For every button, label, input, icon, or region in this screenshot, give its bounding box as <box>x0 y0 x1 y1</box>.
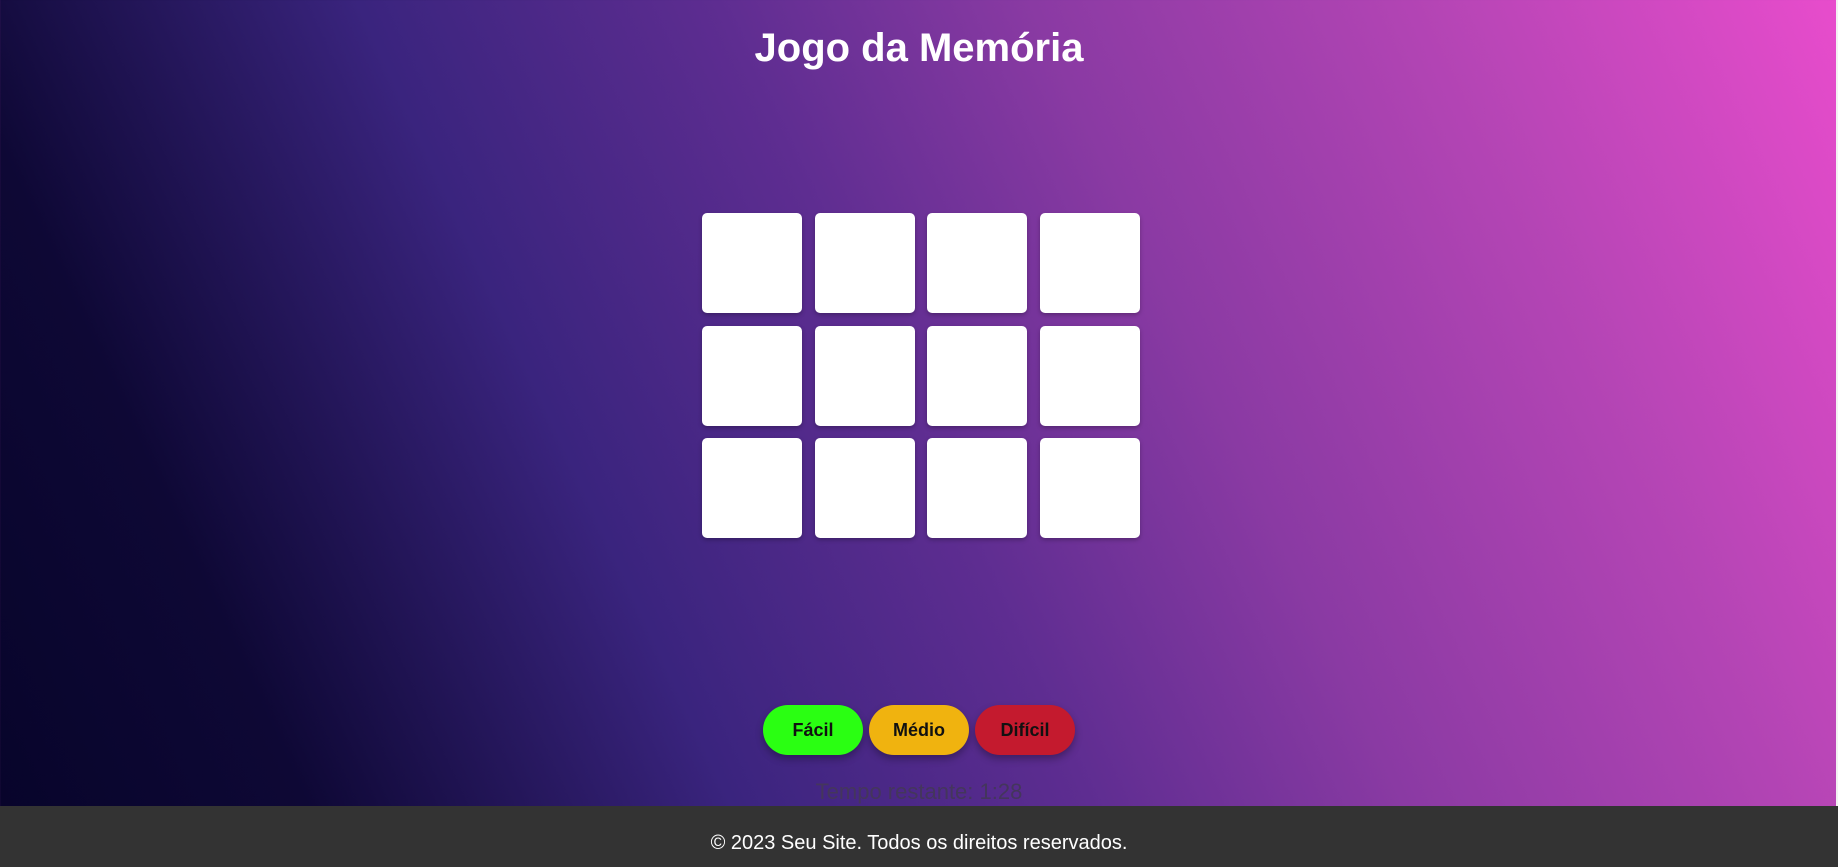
page-title: Jogo da Memória <box>754 26 1084 70</box>
medium-button[interactable]: Médio <box>869 705 969 755</box>
memory-card[interactable] <box>814 438 915 538</box>
timer-text: Tempo restante: 1:28 <box>815 779 1023 804</box>
memory-card[interactable] <box>702 325 802 426</box>
memory-card[interactable] <box>927 213 1027 313</box>
memory-card[interactable] <box>702 438 802 538</box>
hard-button[interactable]: Difícil <box>975 705 1075 755</box>
memory-card[interactable] <box>1039 213 1140 313</box>
footer-copyright: © 2023 Seu Site. Todos os direitos reser… <box>710 832 1128 854</box>
memory-card[interactable] <box>1039 438 1140 538</box>
easy-button[interactable]: Fácil <box>763 705 863 755</box>
memory-card[interactable] <box>927 438 1027 538</box>
memory-card[interactable] <box>1039 325 1140 426</box>
memory-card[interactable] <box>814 213 915 313</box>
footer: © 2023 Seu Site. Todos os direitos reser… <box>0 806 1838 867</box>
memory-board <box>702 213 1140 538</box>
memory-card[interactable] <box>927 325 1027 426</box>
memory-card[interactable] <box>702 213 802 313</box>
difficulty-controls: Fácil Médio Difícil <box>0 705 1838 755</box>
memory-card[interactable] <box>814 325 915 426</box>
